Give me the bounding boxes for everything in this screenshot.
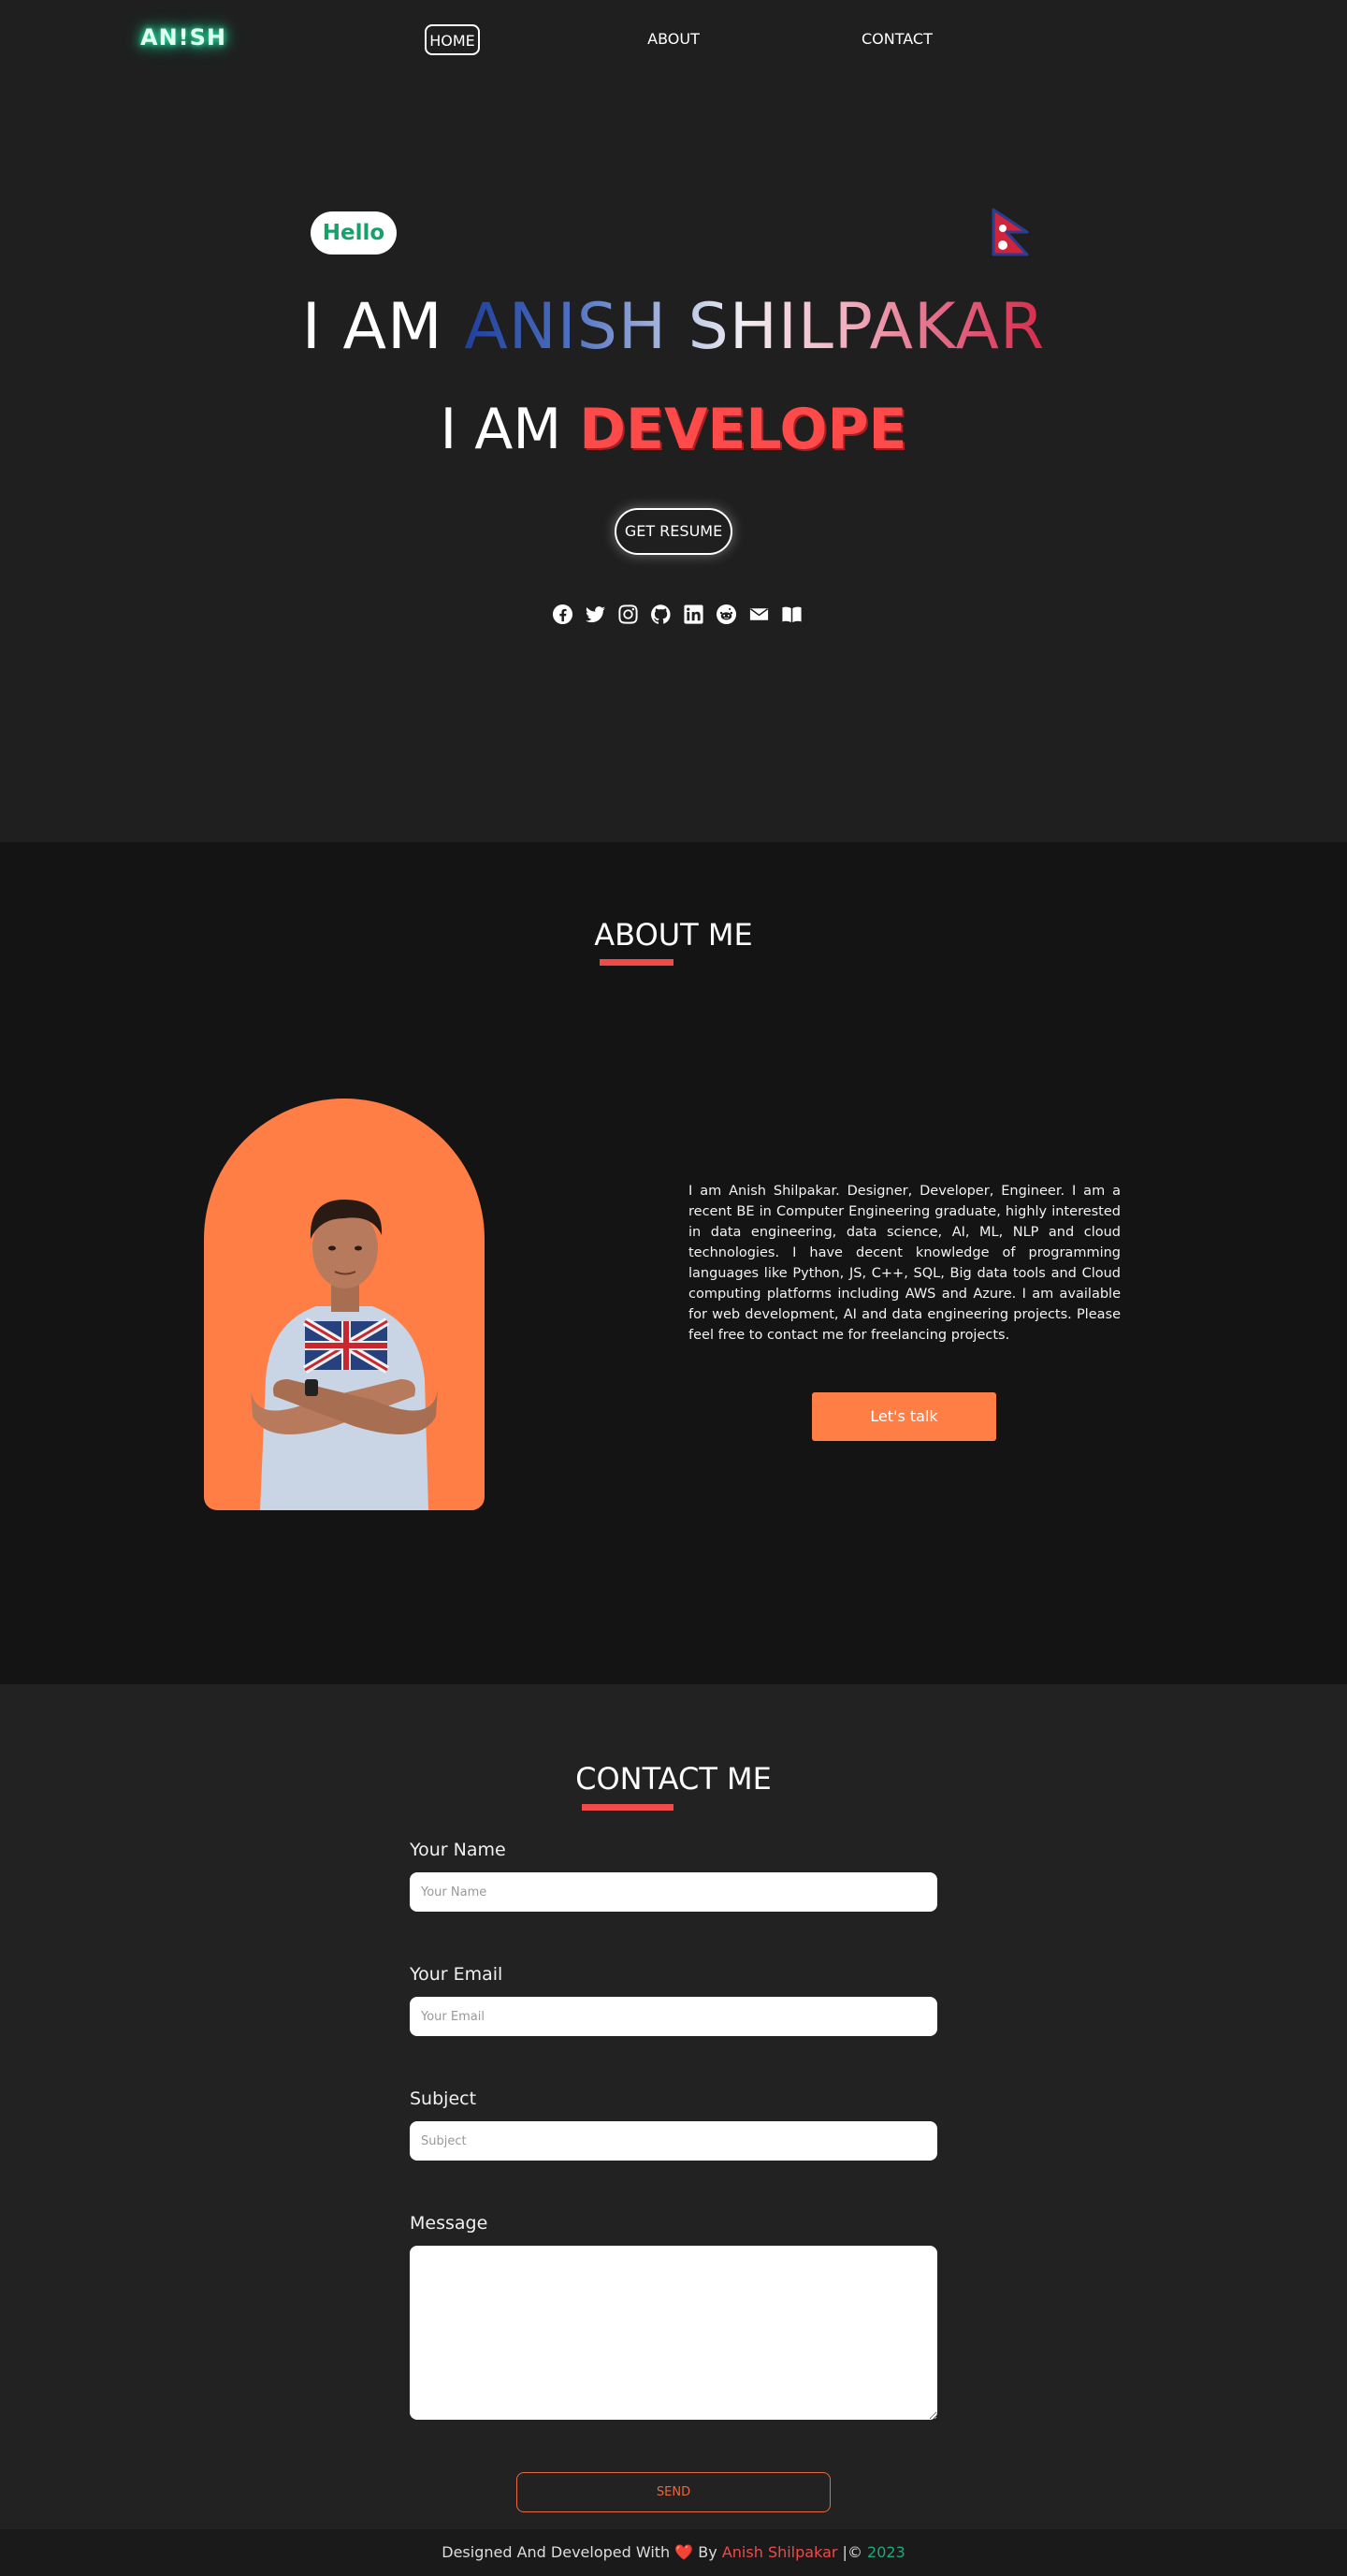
about-heading: ABOUT ME: [594, 917, 753, 953]
message-textarea[interactable]: [410, 2246, 937, 2420]
hero-title: I AM ANISH SHILPAKAR: [0, 290, 1347, 364]
hero-section: Hello I AM ANISH SHILPAKAR I AM DEVELOPE…: [0, 79, 1347, 842]
twitter-icon[interactable]: [585, 604, 606, 625]
message-label: Message: [410, 2213, 488, 2234]
nav-about-link[interactable]: ABOUT: [647, 24, 700, 55]
footer: Designed And Developed With ❤️ By Anish …: [0, 2529, 1347, 2576]
hero-typed-role: DEVELOPE: [579, 397, 907, 462]
subject-input[interactable]: [410, 2121, 937, 2161]
name-input[interactable]: [410, 1872, 937, 1912]
contact-heading: CONTACT ME: [575, 1761, 772, 1797]
footer-year: 2023: [867, 2543, 905, 2561]
contact-section: CONTACT ME Your Name Your Email Subject …: [0, 1684, 1347, 2529]
nav-home-link[interactable]: HOME: [425, 24, 480, 55]
person-portrait: [251, 1200, 438, 1510]
footer-copyright: |©: [842, 2543, 862, 2561]
navbar: AN!SH HOME ABOUT CONTACT: [0, 0, 1347, 79]
footer-text: Designed And Developed With: [442, 2543, 671, 2561]
linkedin-icon[interactable]: [683, 604, 704, 625]
facebook-icon[interactable]: [552, 604, 573, 625]
subject-label: Subject: [410, 2088, 477, 2109]
hero-name: ANISH SHILPAKAR: [464, 290, 1046, 364]
github-icon[interactable]: [650, 604, 672, 625]
email-icon[interactable]: [748, 604, 770, 625]
about-section: ABOUT ME I am Anish Shilpakar. Designer,…: [0, 842, 1347, 1684]
social-links: [552, 604, 803, 626]
hero-subtitle-prefix: I AM: [440, 397, 562, 462]
hello-badge: Hello: [311, 211, 397, 255]
site-logo[interactable]: AN!SH: [140, 24, 226, 51]
nav-contact-link[interactable]: CONTACT: [862, 24, 933, 55]
name-label: Your Name: [410, 1840, 506, 1860]
hero-subtitle: I AM DEVELOPE: [0, 397, 1347, 462]
book-icon[interactable]: [781, 604, 803, 625]
about-heading-underline: [600, 959, 674, 966]
footer-by: By: [698, 2543, 717, 2561]
send-button[interactable]: SEND: [516, 2472, 831, 2512]
reddit-icon[interactable]: [716, 604, 737, 625]
about-bio: I am Anish Shilpakar. Designer, Develope…: [688, 1184, 1121, 1343]
email-input[interactable]: [410, 1997, 937, 2036]
profile-photo: [204, 1099, 485, 1510]
get-resume-button[interactable]: GET RESUME: [615, 508, 732, 555]
email-label: Your Email: [410, 1964, 503, 1985]
footer-author-link[interactable]: Anish Shilpakar: [722, 2543, 838, 2561]
contact-heading-underline: [582, 1804, 674, 1811]
lets-talk-button[interactable]: Let's talk: [812, 1392, 996, 1441]
hero-title-prefix: I AM: [301, 290, 443, 364]
heart-icon: ❤️: [674, 2543, 694, 2561]
instagram-icon[interactable]: [617, 604, 639, 625]
nepal-flag-icon: [992, 208, 1029, 256]
